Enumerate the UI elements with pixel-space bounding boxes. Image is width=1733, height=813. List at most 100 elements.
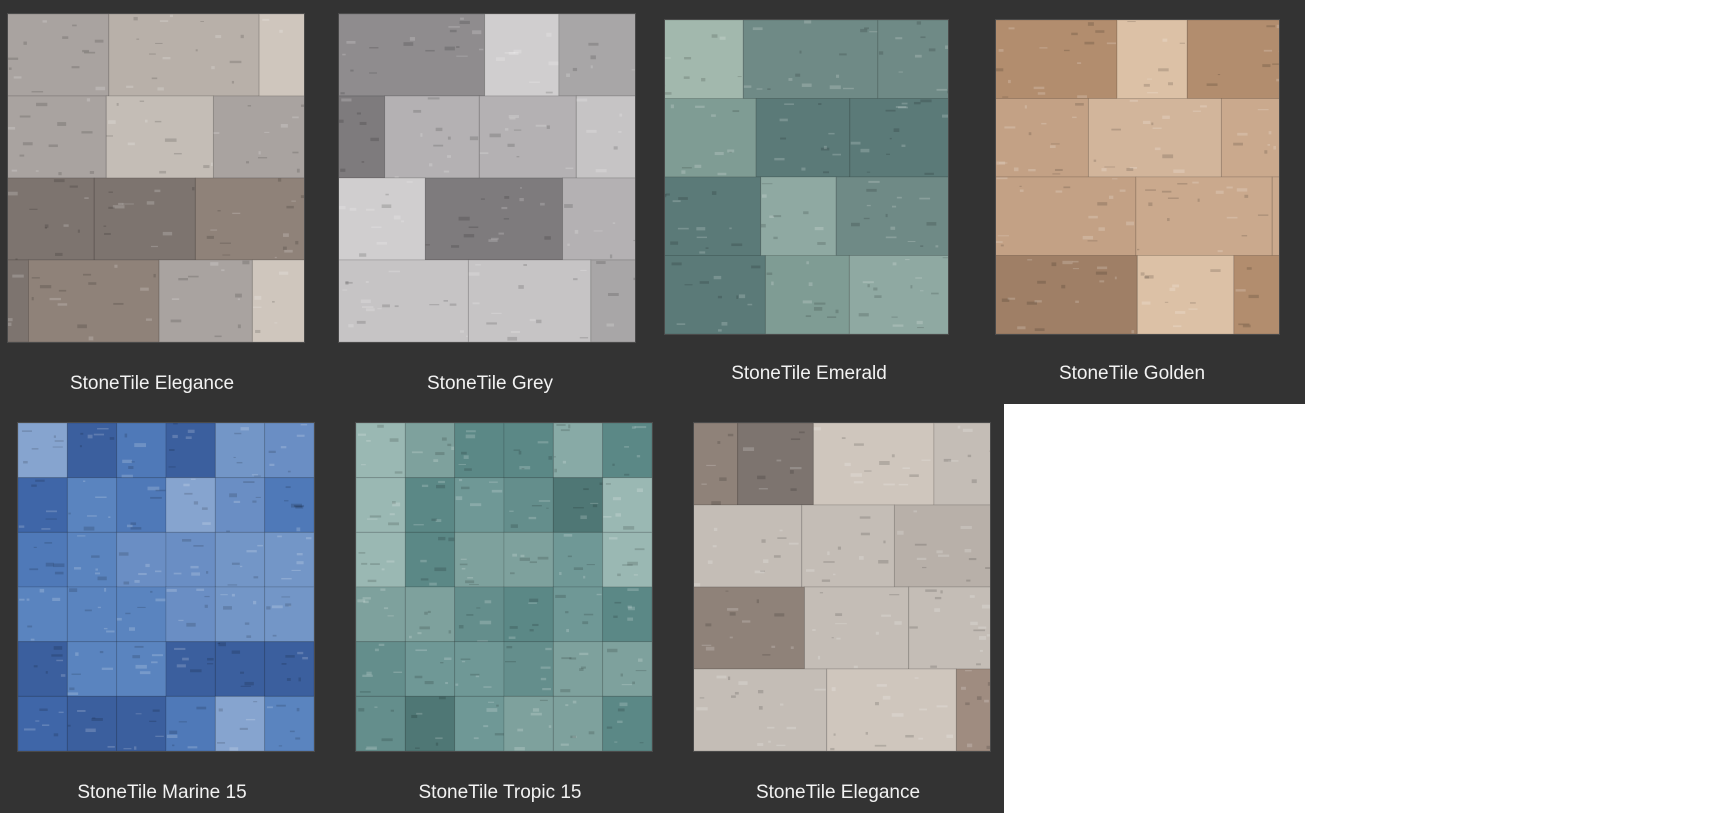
stone-grain — [1061, 284, 1066, 289]
stone-grain — [573, 567, 584, 571]
stone-grain — [52, 597, 61, 602]
stone-grain — [1238, 323, 1250, 326]
tile-texture — [356, 423, 652, 751]
stone-grain — [173, 423, 178, 425]
stone-grain — [566, 73, 570, 78]
stone-grain — [356, 112, 362, 115]
stone-grain — [914, 543, 927, 546]
stone-grain — [300, 195, 304, 199]
stone-grain — [914, 54, 922, 58]
stone-grain — [805, 315, 812, 318]
stone-grain — [154, 570, 162, 573]
stone-grain — [33, 665, 38, 668]
stone-grain — [599, 482, 603, 485]
stone-grain — [139, 100, 145, 102]
stone-grain — [137, 606, 146, 609]
stone-grain — [71, 673, 81, 675]
stone-grain — [1197, 198, 1200, 202]
stone-grain — [243, 481, 255, 483]
stone-grain — [1142, 120, 1151, 125]
stone-grain — [214, 335, 222, 338]
product-name[interactable]: StoneTile Elegance — [70, 373, 234, 395]
stone-grain — [459, 563, 468, 566]
stone-grain — [148, 53, 156, 55]
stone-grain — [1169, 287, 1176, 292]
stone-grain — [246, 635, 252, 638]
stone-grain — [435, 737, 443, 740]
stone-slab — [214, 641, 266, 697]
stone-grain — [239, 727, 248, 730]
stone-grain — [766, 272, 773, 275]
stone-grain — [743, 85, 752, 88]
stone-grain — [284, 249, 293, 253]
stone-grain — [738, 681, 748, 685]
stone-grain — [964, 548, 972, 553]
stone-grain — [665, 92, 672, 95]
stone-grain — [444, 657, 452, 661]
stone-grain — [1052, 173, 1061, 175]
stone-grain — [29, 208, 38, 210]
stone-grain — [885, 213, 888, 218]
product-image[interactable] — [693, 422, 991, 752]
stone-grain — [1172, 325, 1182, 328]
stone-grain — [154, 120, 162, 123]
stone-grain — [1054, 168, 1063, 171]
stone-grain — [901, 102, 908, 105]
stone-grain — [425, 49, 435, 52]
stone-grain — [479, 620, 492, 625]
stone-grain — [736, 295, 739, 299]
product-image[interactable] — [995, 19, 1280, 335]
stone-grain — [95, 86, 106, 91]
stone-grain — [529, 318, 536, 322]
stone-grain — [464, 468, 472, 471]
stone-grain — [45, 510, 57, 513]
stone-grain — [761, 194, 767, 198]
stone-grain — [480, 198, 485, 200]
stone-slab — [404, 695, 456, 751]
stone-grain — [231, 562, 240, 565]
stone-grain — [18, 525, 25, 528]
stone-grain — [1028, 168, 1036, 172]
product-image[interactable] — [17, 422, 315, 752]
stone-grain — [615, 513, 622, 517]
stone-grain — [87, 434, 93, 439]
stone-grain — [504, 128, 509, 131]
product-name[interactable]: StoneTile Tropic 15 — [419, 782, 582, 804]
stone-grain — [762, 654, 771, 656]
stone-grain — [909, 626, 918, 629]
stone-grain — [508, 114, 519, 119]
product-image[interactable] — [338, 13, 636, 343]
stone-grain — [460, 330, 464, 333]
stone-grain — [53, 179, 65, 183]
stone-grain — [377, 424, 384, 428]
stone-slab — [877, 20, 948, 99]
product-name[interactable]: StoneTile Golden — [1059, 363, 1205, 385]
stone-grain — [517, 728, 524, 732]
stone-grain — [1008, 79, 1011, 84]
product-image[interactable] — [355, 422, 653, 752]
stone-grain — [456, 46, 460, 48]
stone-grain — [370, 563, 380, 565]
stone-grain — [617, 573, 621, 577]
product-image[interactable] — [7, 13, 305, 343]
stone-grain — [251, 474, 258, 476]
product-name[interactable]: StoneTile Marine 15 — [77, 782, 246, 804]
stone-grain — [363, 600, 369, 604]
stone-grain — [978, 626, 987, 629]
stone-grain — [86, 98, 91, 102]
stone-grain — [831, 637, 834, 639]
stone-grain — [41, 528, 51, 530]
stone-grain — [1051, 262, 1057, 267]
stone-grain — [108, 206, 115, 209]
stone-slab — [1116, 20, 1188, 99]
stone-grain — [116, 102, 119, 106]
product-name[interactable]: StoneTile Elegance — [756, 782, 920, 804]
stone-grain — [56, 659, 64, 662]
stone-grain — [362, 306, 374, 308]
stone-grain — [940, 590, 943, 594]
stone-grain — [285, 655, 295, 658]
product-name[interactable]: StoneTile Grey — [427, 373, 553, 395]
product-image[interactable] — [664, 19, 949, 335]
product-name[interactable]: StoneTile Emerald — [731, 363, 887, 385]
stone-grain — [758, 488, 768, 490]
